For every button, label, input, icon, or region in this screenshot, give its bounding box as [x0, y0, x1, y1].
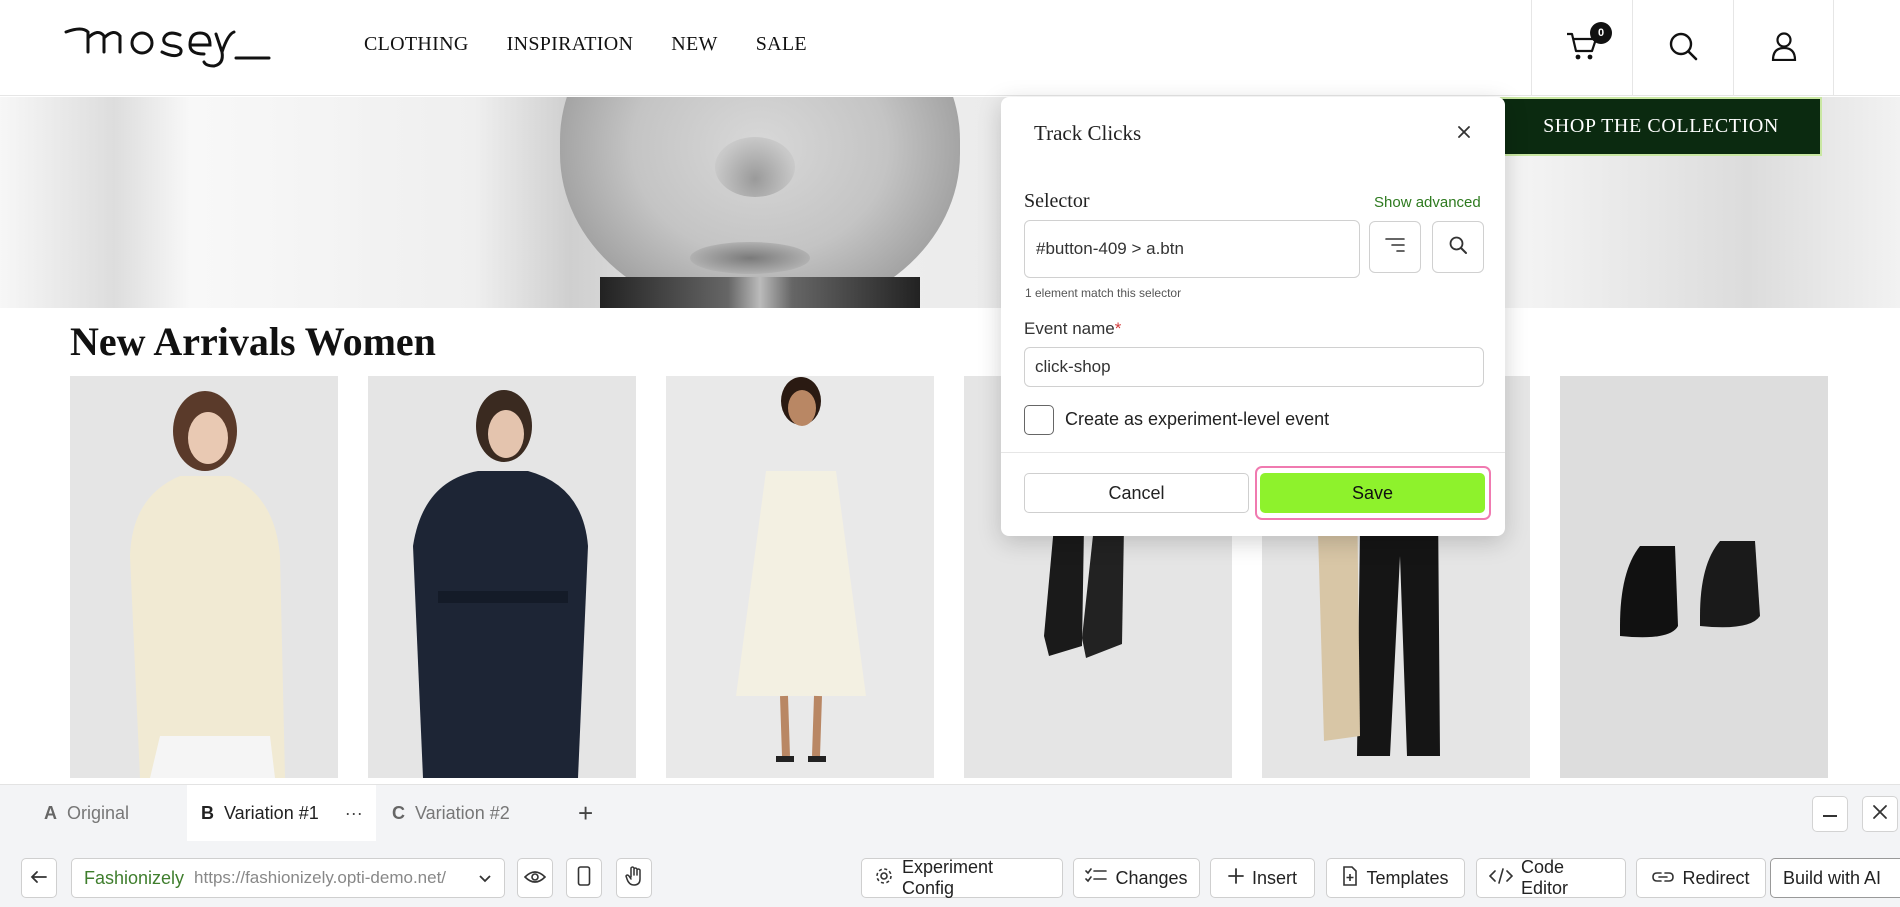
event-name-input[interactable]: click-shop: [1024, 347, 1484, 387]
shop-collection-button[interactable]: SHOP THE COLLECTION: [1500, 97, 1822, 156]
product-cream-shirt[interactable]: [70, 376, 338, 778]
templates-button[interactable]: Templates: [1326, 858, 1465, 898]
event-name-label-text: Event name: [1024, 319, 1115, 338]
back-button[interactable]: [21, 858, 57, 898]
close-editor-button[interactable]: [1862, 796, 1898, 832]
site-header: mosey CLOTHING INSPIRATION NEW SALE 0: [0, 0, 1900, 96]
site-url: https://fashionizely.opti-demo.net/: [194, 868, 447, 887]
selector-input[interactable]: #button-409 > a.btn: [1024, 220, 1360, 278]
redirect-button[interactable]: Redirect: [1636, 858, 1766, 898]
mosey-logo[interactable]: mosey: [64, 18, 274, 70]
dialog-title: Track Clicks: [1034, 121, 1142, 145]
product-black-ankle-boots[interactable]: [1560, 376, 1828, 778]
nav-clothing[interactable]: CLOTHING: [364, 33, 469, 56]
selector-hierarchy-button[interactable]: [1369, 221, 1421, 273]
eye-icon: [523, 868, 547, 889]
tab-label: Original: [67, 803, 130, 823]
experiment-level-label[interactable]: Create as experiment-level event: [1065, 409, 1329, 430]
changes-button[interactable]: Changes: [1073, 858, 1200, 898]
account-button[interactable]: [1733, 0, 1834, 96]
code-icon: [1488, 867, 1514, 889]
url-selector[interactable]: Fashionizely https://fashionizely.opti-d…: [71, 858, 505, 898]
nav-new[interactable]: NEW: [671, 33, 717, 56]
cart-button[interactable]: 0: [1531, 0, 1632, 96]
product-white-halter-dress[interactable]: [666, 376, 934, 778]
nav-sale[interactable]: SALE: [756, 33, 807, 56]
redirect-label: Redirect: [1682, 867, 1750, 888]
cart-count-badge: 0: [1590, 22, 1612, 44]
variation-tabs-bar: A Original B Variation #1 ··· C Variatio…: [0, 784, 1900, 842]
tab-letter: B: [201, 803, 214, 823]
mobile-view-button[interactable]: [566, 858, 602, 898]
tab-label: Variation #1: [224, 803, 319, 823]
cancel-button[interactable]: Cancel: [1024, 473, 1249, 513]
search-icon: [1668, 31, 1698, 66]
more-options-icon[interactable]: ···: [345, 803, 363, 824]
selector-match-count: 1 element match this selector: [1025, 286, 1182, 300]
plus-icon: [1228, 867, 1244, 889]
close-button[interactable]: [1449, 119, 1479, 149]
hero-lips-shade: [690, 242, 810, 274]
nav-inspiration[interactable]: INSPIRATION: [507, 33, 634, 56]
hero-nose-shade: [715, 137, 795, 197]
save-button[interactable]: Save: [1260, 473, 1485, 513]
main-nav: CLOTHING INSPIRATION NEW SALE: [364, 33, 807, 56]
interact-mode-button[interactable]: [616, 858, 652, 898]
arrow-left-icon: [30, 868, 48, 889]
experiment-config-label: Experiment Config: [902, 857, 994, 898]
templates-label: Templates: [1366, 867, 1449, 888]
preview-button[interactable]: [517, 858, 553, 898]
checklist-icon: [1085, 867, 1108, 890]
user-icon: [1770, 31, 1798, 66]
experiment-level-checkbox[interactable]: [1024, 405, 1054, 435]
site-name: Fashionizely: [84, 867, 185, 888]
search-button[interactable]: [1632, 0, 1733, 96]
build-with-ai-button[interactable]: Build with AI: [1770, 858, 1900, 898]
event-name-label: Event name*: [1024, 319, 1121, 339]
changes-label: Changes: [1115, 867, 1188, 888]
selector-label: Selector: [1024, 190, 1090, 212]
required-mark: *: [1114, 319, 1122, 338]
section-title: New Arrivals Women: [70, 319, 436, 364]
filter-lines-icon: [1384, 236, 1406, 259]
gear-icon: [874, 866, 894, 891]
add-variation-button[interactable]: +: [578, 785, 593, 842]
insert-button[interactable]: Insert: [1210, 858, 1315, 898]
minimize-button[interactable]: [1812, 796, 1848, 832]
experiment-config-button[interactable]: Experiment Config: [861, 857, 1063, 898]
build-with-ai-label: Build with AI: [1783, 867, 1882, 888]
code-editor-button[interactable]: Code Editor: [1476, 857, 1626, 898]
tab-original[interactable]: A Original: [44, 785, 129, 842]
chevron-down-icon: [478, 868, 492, 889]
search-icon: [1448, 235, 1468, 260]
hand-pointer-icon: [624, 865, 644, 892]
code-editor-label: Code Editor: [1521, 857, 1569, 898]
tab-variation-2[interactable]: C Variation #2: [392, 785, 510, 842]
insert-label: Insert: [1251, 867, 1298, 888]
product-grid: [70, 376, 1828, 778]
tab-letter: C: [392, 803, 405, 823]
hero-collar-shade: [600, 277, 920, 308]
selector-pick-button[interactable]: [1432, 221, 1484, 273]
close-icon: [1872, 804, 1888, 825]
dialog-divider: [1001, 452, 1505, 453]
mobile-icon: [577, 865, 591, 891]
tab-letter: A: [44, 803, 57, 823]
tab-label: Variation #2: [415, 803, 510, 823]
header-actions: 0: [1531, 0, 1834, 96]
track-clicks-dialog: Track Clicks Selector Show advanced #but…: [1001, 97, 1505, 536]
close-icon: [1457, 125, 1471, 144]
show-advanced-link[interactable]: Show advanced: [1374, 194, 1481, 211]
minimize-icon: [1822, 805, 1838, 823]
file-plus-icon: [1342, 865, 1358, 891]
link-icon: [1652, 868, 1675, 889]
tab-variation-1[interactable]: B Variation #1 ···: [187, 785, 376, 842]
product-navy-coat[interactable]: [368, 376, 636, 778]
